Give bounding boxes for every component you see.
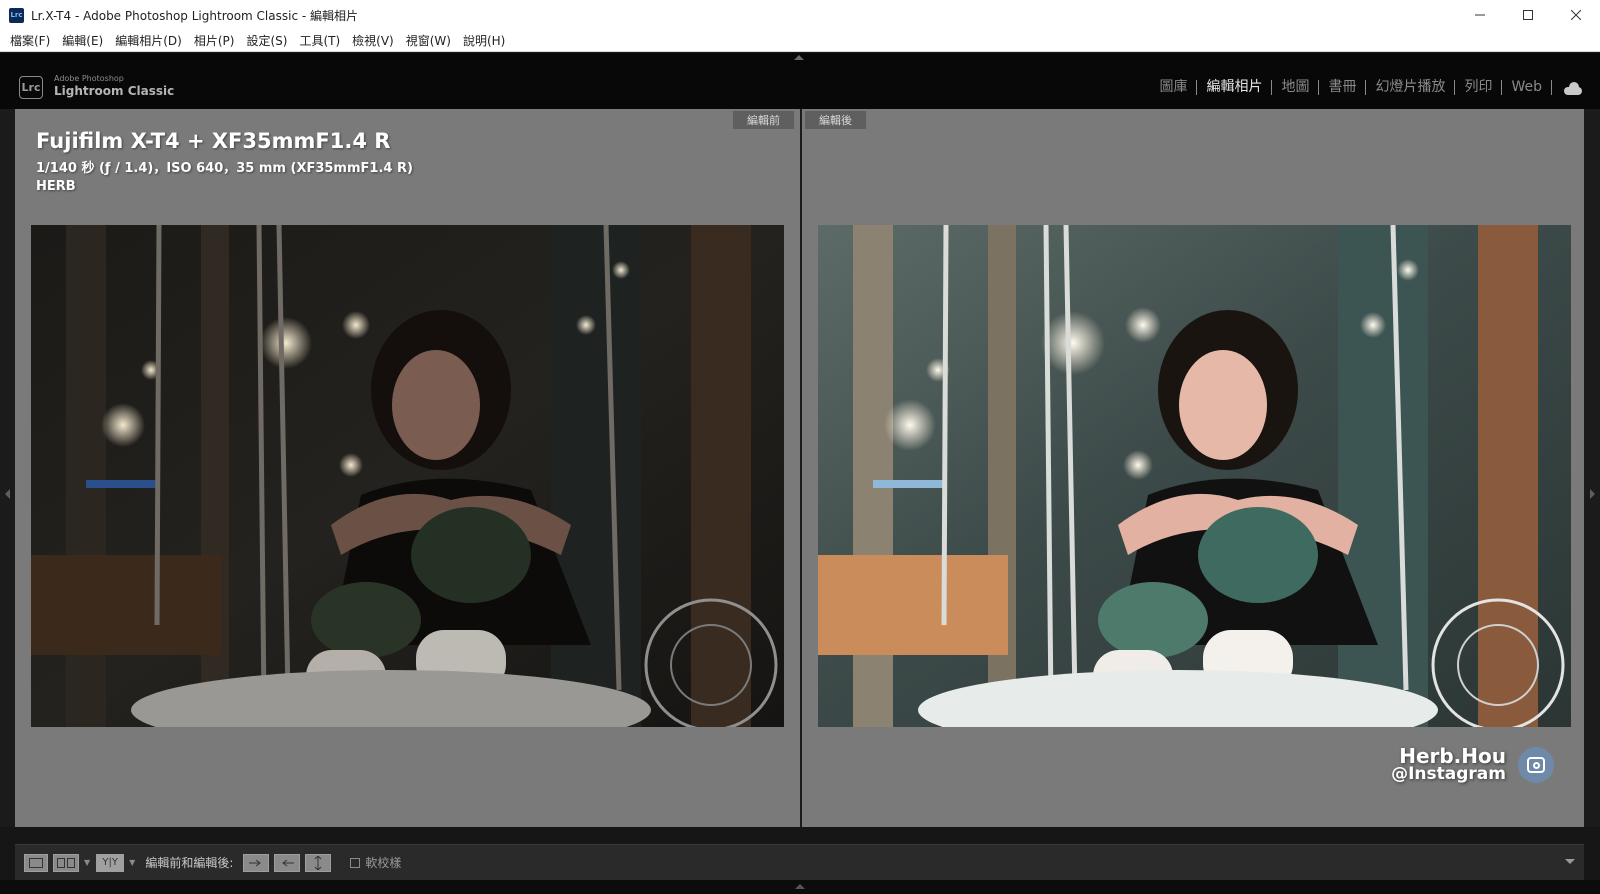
menu-window[interactable]: 視窗(W) [400, 32, 457, 49]
swap-before-after-button[interactable] [305, 853, 332, 872]
loupe-view-button[interactable] [24, 853, 48, 872]
menu-help[interactable]: 說明(H) [457, 32, 511, 49]
module-develop[interactable]: 編輯相片 [1197, 80, 1273, 95]
instagram-icon [1518, 747, 1554, 783]
module-web[interactable]: Web [1502, 80, 1552, 95]
loupe-view-icon [29, 857, 43, 868]
brand-lightroom-classic: Lightroom Classic [54, 84, 175, 98]
watermark-handle: @Instagram [1391, 764, 1506, 784]
before-after-mode-label: Y|Y [102, 857, 118, 868]
view-mode-dropdown-icon[interactable]: ▼ [84, 858, 90, 867]
watermark: Herb.Hou @Instagram [1391, 744, 1554, 784]
module-library[interactable]: 圖庫 [1150, 80, 1198, 95]
arrow-right-icon [249, 859, 262, 866]
minimize-icon [1475, 14, 1485, 16]
left-panel-toggle-icon[interactable] [5, 489, 10, 499]
module-book[interactable]: 書冊 [1319, 80, 1367, 95]
menu-bar: 檔案(F) 編輯(E) 編輯相片(D) 相片(P) 設定(S) 工具(T) 檢視… [0, 30, 1600, 52]
swap-icon [315, 855, 322, 870]
before-label: 編輯前 [733, 111, 794, 129]
maximize-icon [1523, 10, 1533, 20]
side-by-side-icon [57, 857, 75, 868]
close-button[interactable] [1552, 0, 1600, 30]
menu-tools[interactable]: 工具(T) [293, 32, 346, 49]
lrc-logo: Lrc [19, 76, 43, 99]
after-photo-image [818, 225, 1571, 727]
module-picker: 圖庫 編輯相片 地圖 書冊 幻燈片播放 列印 Web [1150, 80, 1584, 95]
before-after-mode-button[interactable]: Y|Y [96, 853, 125, 872]
menu-photo[interactable]: 相片(P) [188, 32, 241, 49]
copy-before-to-after-button[interactable] [243, 853, 270, 872]
top-panel-toggle-icon[interactable] [794, 55, 804, 60]
window-controls [1456, 0, 1600, 30]
before-photo-image [31, 225, 784, 727]
copy-after-to-before-button[interactable] [274, 853, 301, 872]
toolbar-menu-icon[interactable] [1565, 859, 1575, 864]
before-pane[interactable]: 編輯前 Fujifilm X-T4 + XF35mmF1.4 R 1/140 秒… [15, 109, 800, 827]
right-panel-toggle-icon[interactable] [1590, 489, 1595, 499]
before-photo[interactable] [31, 225, 784, 727]
soft-proofing-checkbox[interactable] [350, 857, 361, 868]
filmstrip-toggle-icon[interactable] [795, 884, 805, 889]
after-label: 編輯後 [805, 111, 866, 129]
before-after-label: 編輯前和編輯後: [145, 856, 234, 870]
window-title: Lr.X-T4 - Adobe Photoshop Lightroom Clas… [31, 8, 359, 23]
arrow-left-icon [282, 859, 295, 866]
menu-settings[interactable]: 設定(S) [240, 32, 293, 49]
close-icon [1571, 10, 1581, 20]
module-map[interactable]: 地圖 [1272, 80, 1320, 95]
menu-file[interactable]: 檔案(F) [4, 32, 56, 49]
before-after-dropdown-icon[interactable]: ▼ [129, 858, 135, 867]
photo-info-title: Fujifilm X-T4 + XF35mmF1.4 R [36, 129, 391, 153]
soft-proofing-label: 軟校樣 [365, 856, 402, 870]
bottom-toolbar: ▼ Y|Y ▼ 編輯前和編輯後: 軟校樣 [15, 844, 1584, 880]
watermark-name: Herb.Hou [1399, 744, 1506, 768]
lightroom-app-icon: Lrc [9, 7, 24, 23]
menu-develop[interactable]: 編輯相片(D) [109, 32, 188, 49]
maximize-button[interactable] [1504, 0, 1552, 30]
side-by-side-view-button[interactable] [53, 853, 79, 872]
after-pane[interactable]: 編輯後 Herb.Hou @Instagram [802, 109, 1584, 827]
menu-view[interactable]: 檢視(V) [346, 32, 400, 49]
module-print[interactable]: 列印 [1455, 80, 1503, 95]
menu-edit[interactable]: 編輯(E) [56, 32, 109, 49]
right-panel-strip [1584, 109, 1600, 827]
photo-info-author: HERB [36, 179, 76, 194]
window-titlebar: Lrc Lr.X-T4 - Adobe Photoshop Lightroom … [0, 0, 1600, 30]
after-photo[interactable] [818, 225, 1571, 727]
module-slideshow[interactable]: 幻燈片播放 [1366, 80, 1456, 95]
brand-adobe-photoshop: Adobe Photoshop [54, 74, 124, 83]
photo-info-exif: 1/140 秒 (ƒ / 1.4)，ISO 640，35 mm (XF35mmF… [36, 161, 413, 176]
minimize-button[interactable] [1456, 0, 1504, 30]
cloud-icon[interactable] [1562, 81, 1584, 95]
left-panel-strip [0, 109, 15, 827]
